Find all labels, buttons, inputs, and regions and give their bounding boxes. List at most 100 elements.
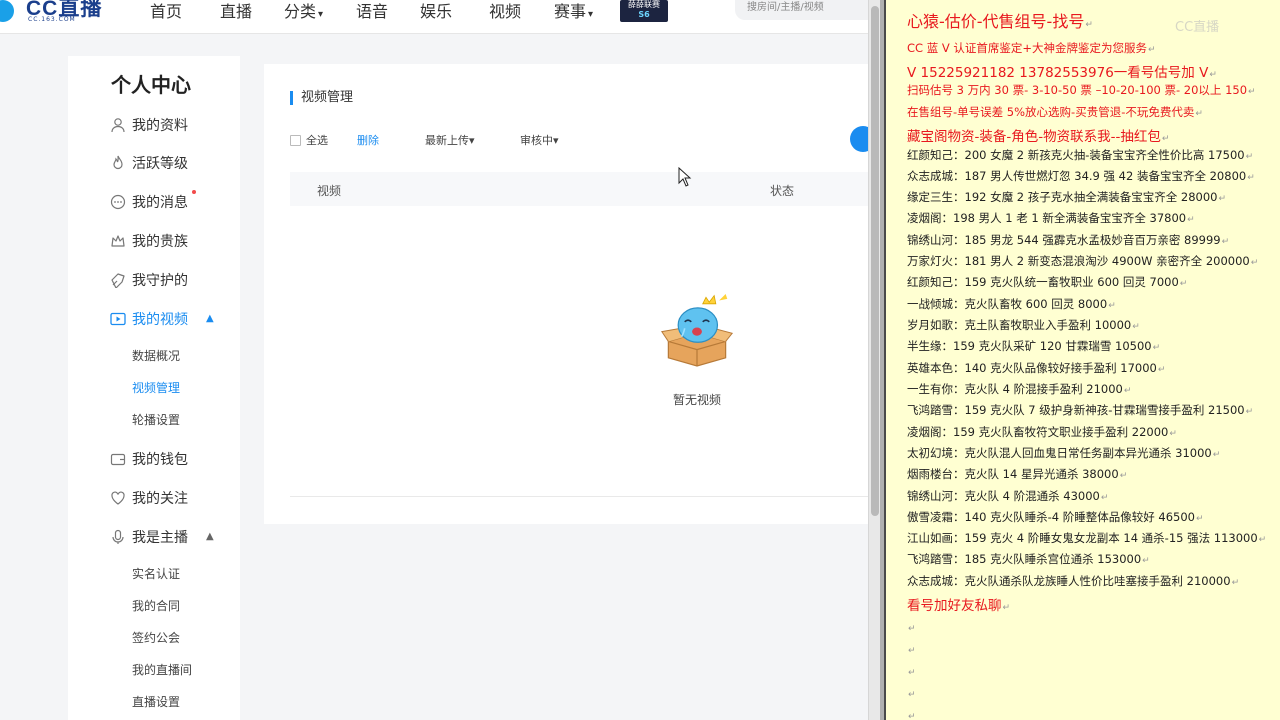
- return-mark-icon: ↵: [1212, 450, 1221, 460]
- league-badge[interactable]: 薛薛联赛 S6: [620, 0, 668, 22]
- notepad-empty-line: ↵: [907, 642, 916, 656]
- notepad-line-text: 英雄本色：140 克火队品像较好接手盈利 17000: [907, 361, 1157, 375]
- watermark: CC直播: [1175, 20, 1220, 35]
- sidebar-item-messages[interactable]: 我的消息: [110, 193, 188, 213]
- notepad-window[interactable]: 心猿-估价-代售组号-找号↵ CC 蓝 V 认证首席鉴定+大神金牌鉴定为您服务↵ V…: [884, 0, 1280, 720]
- notepad-line-text: 心猿-估价-代售组号-找号: [907, 12, 1085, 31]
- message-icon: [110, 194, 126, 210]
- notepad-line-text: 缘定三生：192 女魔 2 孩子克水抽全满装备宝宝齐全 28000: [907, 190, 1218, 204]
- notepad-line: 一生有你：克火队 4 阶混接手盈利 21000↵: [907, 381, 1131, 397]
- sidebar-item-i-am-anchor[interactable]: 我是主播: [110, 528, 188, 548]
- return-mark-icon: ↵: [1161, 134, 1170, 144]
- nav-live-label: 直播: [220, 2, 253, 21]
- notepad-line: 万家灯火：181 男人 2 新变态混浪淘沙 4900W 亲密齐全 200000↵: [907, 253, 1258, 269]
- nav-video[interactable]: 视频: [489, 0, 521, 22]
- return-mark-icon: ↵: [1221, 237, 1230, 247]
- notepad-empty-line: ↵: [907, 620, 916, 634]
- sidebar-sub-my-room[interactable]: 我的直播间: [132, 661, 192, 678]
- notepad-empty-line: ↵: [907, 686, 916, 700]
- return-mark-icon: ↵: [1152, 343, 1161, 353]
- return-mark-icon: ↵: [1169, 429, 1177, 439]
- return-mark-icon: ↵: [1187, 215, 1195, 225]
- return-mark-icon: ↵: [1247, 173, 1255, 183]
- sidebar-item-nobility[interactable]: 我的贵族: [110, 232, 188, 252]
- sidebar-item-label: 我守护的: [132, 273, 188, 289]
- sidebar-item-wallet[interactable]: 我的钱包: [110, 450, 188, 470]
- notepad-line: 红颜知己：200 女魔 2 新孩克火抽-装备宝宝齐全性价比高 17500↵: [907, 147, 1253, 163]
- nav-category-label: 分类: [284, 2, 317, 21]
- sidebar-item-label: 我的资料: [132, 118, 188, 134]
- sidebar-sub-contract[interactable]: 我的合同: [132, 597, 180, 614]
- return-mark-icon: ↵: [1195, 514, 1204, 524]
- league-badge-line2: S6: [638, 10, 650, 19]
- chevron-down-icon: ▾: [553, 134, 559, 147]
- sidebar-item-following[interactable]: 我的关注: [110, 489, 188, 509]
- sort-dropdown[interactable]: 最新上传▾: [425, 132, 475, 148]
- return-mark-icon: ↵: [1231, 578, 1240, 588]
- sidebar-item-guarded[interactable]: 我守护的: [110, 271, 188, 291]
- notepad-line-text: 半生缘：159 克火队采矿 120 甘霖瑞雪 10500: [907, 339, 1152, 353]
- sidebar-sub-data-overview[interactable]: 数据概况: [132, 347, 180, 364]
- notepad-line: 看号加好友私聊↵: [907, 594, 1010, 614]
- status-filter-dropdown[interactable]: 审核中▾: [520, 132, 559, 148]
- return-mark-icon: ↵: [908, 668, 916, 678]
- notepad-line: 凌烟阁：198 男人 1 老 1 新全满装备宝宝齐全 37800↵: [907, 210, 1195, 226]
- sidebar-item-label: 我的钱包: [132, 452, 188, 468]
- wallet-icon: [110, 453, 126, 466]
- sidebar-sub-live-settings[interactable]: 直播设置: [132, 693, 180, 710]
- sidebar-item-activity-level[interactable]: 活跃等级: [110, 154, 188, 174]
- cc-logo[interactable]: CC直播 CC.163.COM: [0, 0, 110, 30]
- notepad-line-text: 锦绣山河：185 男龙 544 强霹克水孟极妙音百万亲密 89999: [907, 233, 1221, 247]
- select-all-label[interactable]: 全选: [306, 132, 328, 148]
- notepad-line: 一战倾城：克火队畜牧 600 回灵 8000↵: [907, 296, 1116, 312]
- browser-window: CC直播 CC.163.COM 首页 直播 分类 ▾ 语音 娱乐 视频 赛事 ▾ 薛…: [0, 0, 868, 720]
- notepad-line: 红颜知己：159 克火队统一畜牧职业 600 回灵 7000↵: [907, 274, 1187, 290]
- video-toolbar: 全选 删除 最新上传▾ 审核中▾: [290, 132, 850, 148]
- sidebar-sub-guild[interactable]: 签约公会: [132, 629, 180, 646]
- nav-events[interactable]: 赛事 ▾: [554, 0, 593, 22]
- return-mark-icon: ↵: [1085, 20, 1093, 30]
- notepad-line: 太初幻境：克火队混人回血鬼日常任务副本异光通杀 31000↵: [907, 445, 1220, 461]
- empty-state-text: 暂无视频: [673, 393, 722, 407]
- nav-live[interactable]: 直播: [220, 0, 252, 22]
- sidebar-sub-real-name[interactable]: 实名认证: [132, 565, 180, 582]
- nav-home[interactable]: 首页: [150, 0, 182, 22]
- return-mark-icon: ↵: [1250, 258, 1259, 268]
- notepad-line-text: 岁月如歌：克土队畜牧职业入手盈利 10000: [907, 318, 1132, 332]
- notepad-line: 锦绣山河：185 男龙 544 强霹克水孟极妙音百万亲密 89999↵: [907, 232, 1229, 248]
- notepad-line: 众志成城：187 男人传世燃灯忽 34.9 强 42 装备宝宝齐全 20800↵: [907, 168, 1255, 184]
- nav-category[interactable]: 分类 ▾: [284, 0, 323, 22]
- return-mark-icon: ↵: [1258, 535, 1267, 545]
- return-mark-icon: ↵: [1245, 407, 1254, 417]
- notepad-line-text: 太初幻境：克火队混人回血鬼日常任务副本异光通杀 31000: [907, 446, 1212, 460]
- notepad-line: 扫码估号 3 万内 30 票- 3-10-50 票 –10-20-100 票- …: [907, 82, 1256, 98]
- sidebar-sub-video-management[interactable]: 视频管理: [132, 379, 180, 396]
- sidebar-sub-carousel-settings[interactable]: 轮播设置: [132, 411, 180, 428]
- scrollbar-thumb[interactable]: [871, 6, 879, 516]
- delete-button[interactable]: 删除: [357, 132, 379, 148]
- return-mark-icon: ↵: [908, 690, 916, 700]
- nav-voice[interactable]: 语音: [356, 0, 388, 22]
- chevron-up-icon[interactable]: ▲: [206, 531, 214, 542]
- mouse-cursor-icon: [678, 167, 692, 187]
- upload-button[interactable]: [850, 126, 868, 152]
- sidebar-item-my-videos[interactable]: 我的视频: [110, 310, 188, 330]
- nav-home-label: 首页: [150, 2, 183, 21]
- notepad-line: 众志成城：克火队通杀队龙族睡人性价比哇塞接手盈利 210000↵: [907, 573, 1239, 589]
- nav-entertainment[interactable]: 娱乐: [420, 0, 452, 22]
- return-mark-icon: ↵: [908, 712, 916, 720]
- notepad-line: 英雄本色：140 克火队品像较好接手盈利 17000↵: [907, 360, 1165, 376]
- table-divider: [290, 496, 868, 497]
- notepad-line-text: 藏宝阁物资-装备-角色-物资联系我--抽红包: [907, 129, 1161, 145]
- sidebar-item-profile[interactable]: 我的资料: [110, 116, 188, 136]
- sidebar-item-label: 我是主播: [132, 530, 188, 546]
- chevron-down-icon: ▾: [469, 134, 475, 147]
- chevron-up-icon[interactable]: ▲: [206, 313, 214, 324]
- top-navigation: CC直播 CC.163.COM 首页 直播 分类 ▾ 语音 娱乐 视频 赛事 ▾ 薛…: [0, 0, 868, 34]
- search-input[interactable]: 搜房间/主播/视频: [735, 0, 868, 20]
- notepad-line-text: 众志成城：187 男人传世燃灯忽 34.9 强 42 装备宝宝齐全 20800: [907, 169, 1247, 183]
- select-all-checkbox[interactable]: [290, 135, 301, 146]
- empty-box-mascot-icon: [660, 294, 734, 367]
- notepad-line: 江山如画：159 克火 4 阶睡女鬼女龙副本 14 通杀-15 强法 11300…: [907, 530, 1266, 546]
- return-mark-icon: ↵: [1209, 70, 1217, 80]
